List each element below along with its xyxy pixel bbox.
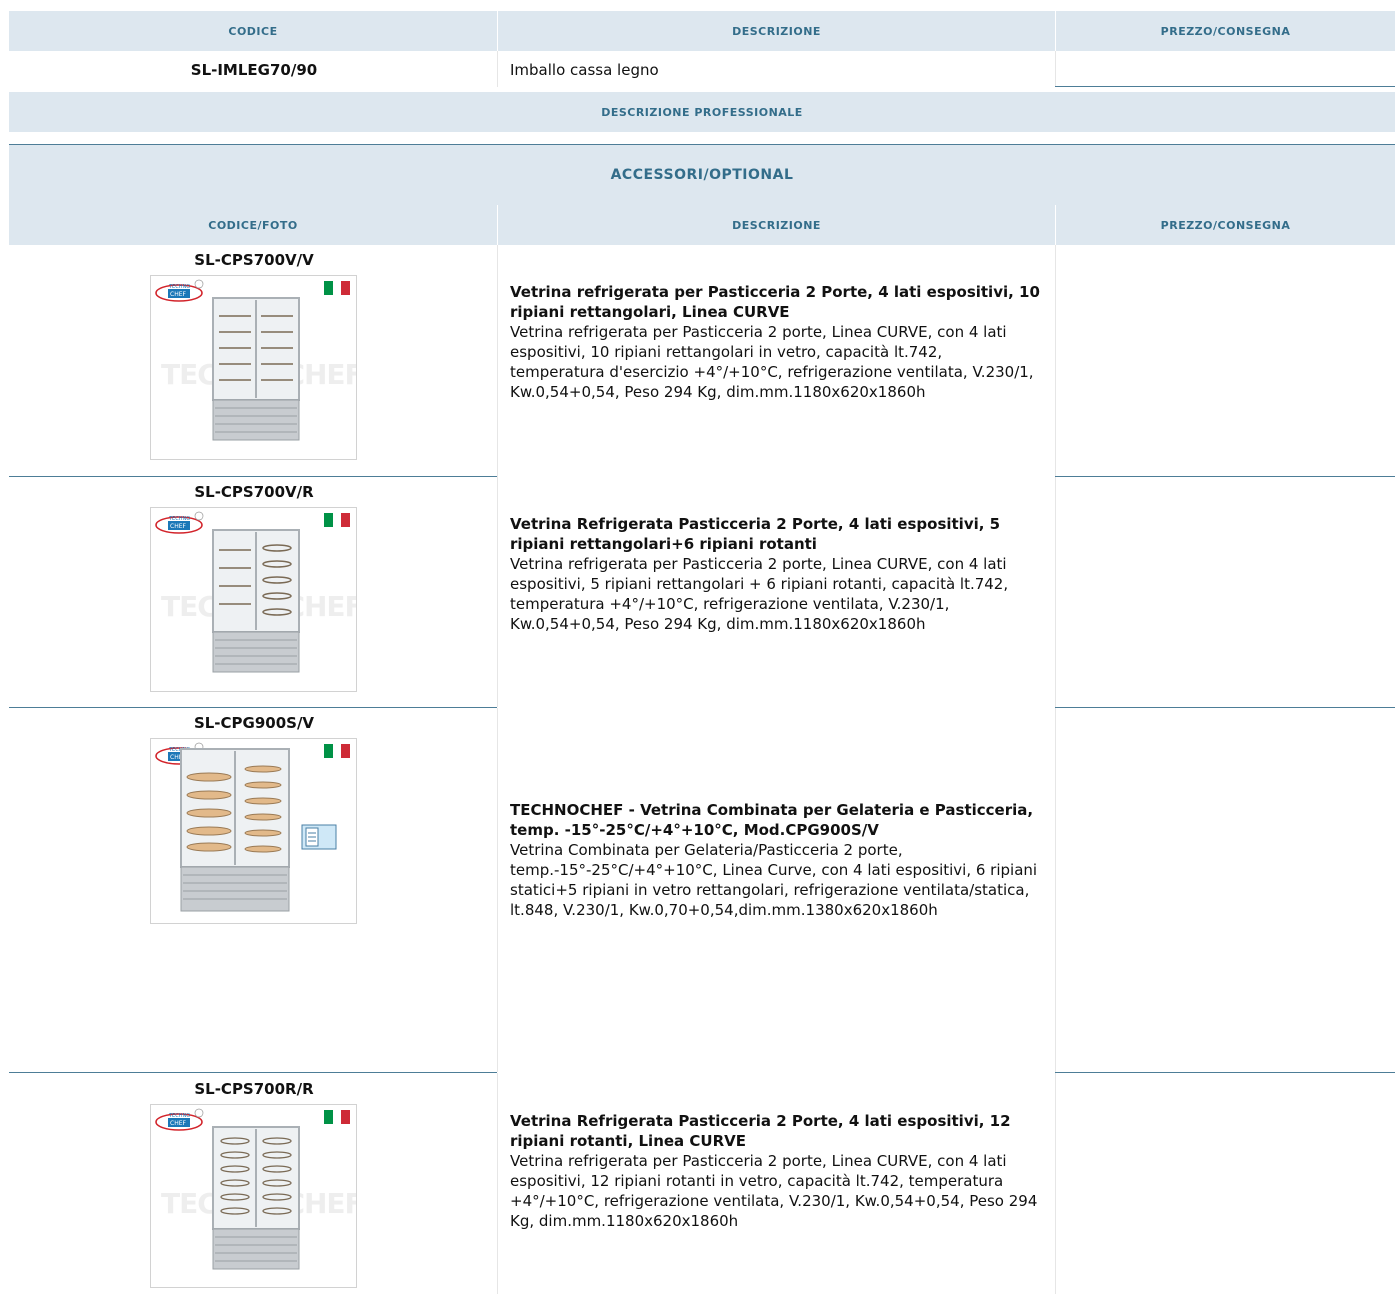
- svg-text:CHEF: CHEF: [170, 1120, 186, 1127]
- column-header-codice-foto: CODICE/FOTO: [208, 218, 298, 232]
- professional-description-header: DESCRIZIONE PROFESSIONALE: [9, 92, 1395, 132]
- product-code[interactable]: SL-CPG900S/V: [9, 714, 499, 732]
- product-description: Vetrina Refrigerata Pasticceria 2 Porte,…: [510, 514, 1040, 634]
- accessories-columns: CODICE/FOTO DESCRIZIONE PREZZO/CONSEGNA: [9, 205, 1395, 245]
- column-header-codice: CODICE: [228, 24, 278, 38]
- showcase-image: [212, 297, 300, 441]
- showcase-image: [212, 529, 300, 673]
- svg-text:CHEF: CHEF: [170, 523, 186, 530]
- product-title[interactable]: TECHNOCHEF - Vetrina Combinata per Gelat…: [510, 800, 1040, 840]
- svg-text:CHEF: CHEF: [170, 291, 186, 298]
- accessories-label: ACCESSORI/OPTIONAL: [610, 167, 794, 183]
- product-photo[interactable]: TECHNOCHEF.IT CHEF TECHNO: [150, 507, 357, 692]
- italy-flag-icon: [324, 1110, 351, 1124]
- table-header: CODICE DESCRIZIONE PREZZO/CONSEGNA: [9, 11, 1395, 51]
- column-header-prezzo-acc: PREZZO/CONSEGNA: [1160, 218, 1291, 232]
- product-photo[interactable]: CHEF TECHNO: [150, 738, 357, 924]
- column-header-prezzo: PREZZO/CONSEGNA: [1160, 24, 1291, 38]
- product-text: Vetrina refrigerata per Pasticceria 2 po…: [510, 1152, 1038, 1230]
- product-text: Vetrina refrigerata per Pasticceria 2 po…: [510, 323, 1034, 401]
- freezer-badge-icon: [301, 824, 337, 850]
- svg-text:TECHNO: TECHNO: [168, 1113, 190, 1119]
- product-code[interactable]: SL-CPS700V/V: [9, 251, 499, 269]
- product-text: Vetrina Combinata per Gelateria/Pasticce…: [510, 841, 1038, 919]
- showcase-image: [180, 748, 290, 912]
- product-photo[interactable]: TECHNOCHEF.IT CHEF TECHNO: [150, 1104, 357, 1288]
- column-header-descrizione-acc: DESCRIZIONE: [732, 218, 821, 232]
- technochef-logo: CHEF TECHNO: [155, 1108, 204, 1131]
- showcase-image: [212, 1126, 300, 1270]
- product-description: TECHNOCHEF - Vetrina Combinata per Gelat…: [510, 800, 1040, 920]
- column-header-descrizione: DESCRIZIONE: [732, 24, 821, 38]
- main-item-description: Imballo cassa legno: [510, 61, 659, 79]
- main-item-code: SL-IMLEG70/90: [190, 61, 318, 79]
- product-photo[interactable]: TECHNOCHEF.IT CHEF TECHNO: [150, 275, 357, 460]
- italy-flag-icon: [324, 281, 351, 295]
- product-code[interactable]: SL-CPS700R/R: [9, 1080, 499, 1098]
- italy-flag-icon: [324, 744, 351, 758]
- product-text: Vetrina refrigerata per Pasticceria 2 po…: [510, 555, 1009, 633]
- professional-description-label: DESCRIZIONE PROFESSIONALE: [601, 105, 803, 119]
- product-description: Vetrina refrigerata per Pasticceria 2 Po…: [510, 282, 1040, 402]
- technochef-logo: CHEF TECHNO: [155, 511, 204, 534]
- svg-text:TECHNO: TECHNO: [168, 516, 190, 522]
- technochef-logo: CHEF TECHNO: [155, 279, 204, 302]
- product-description: Vetrina Refrigerata Pasticceria 2 Porte,…: [510, 1111, 1040, 1231]
- product-title[interactable]: Vetrina refrigerata per Pasticceria 2 Po…: [510, 282, 1040, 322]
- product-code[interactable]: SL-CPS700V/R: [9, 483, 499, 501]
- product-title[interactable]: Vetrina Refrigerata Pasticceria 2 Porte,…: [510, 1111, 1040, 1151]
- accessories-header: ACCESSORI/OPTIONAL: [9, 145, 1395, 205]
- product-title[interactable]: Vetrina Refrigerata Pasticceria 2 Porte,…: [510, 514, 1040, 554]
- italy-flag-icon: [324, 513, 351, 527]
- svg-text:TECHNO: TECHNO: [168, 284, 190, 290]
